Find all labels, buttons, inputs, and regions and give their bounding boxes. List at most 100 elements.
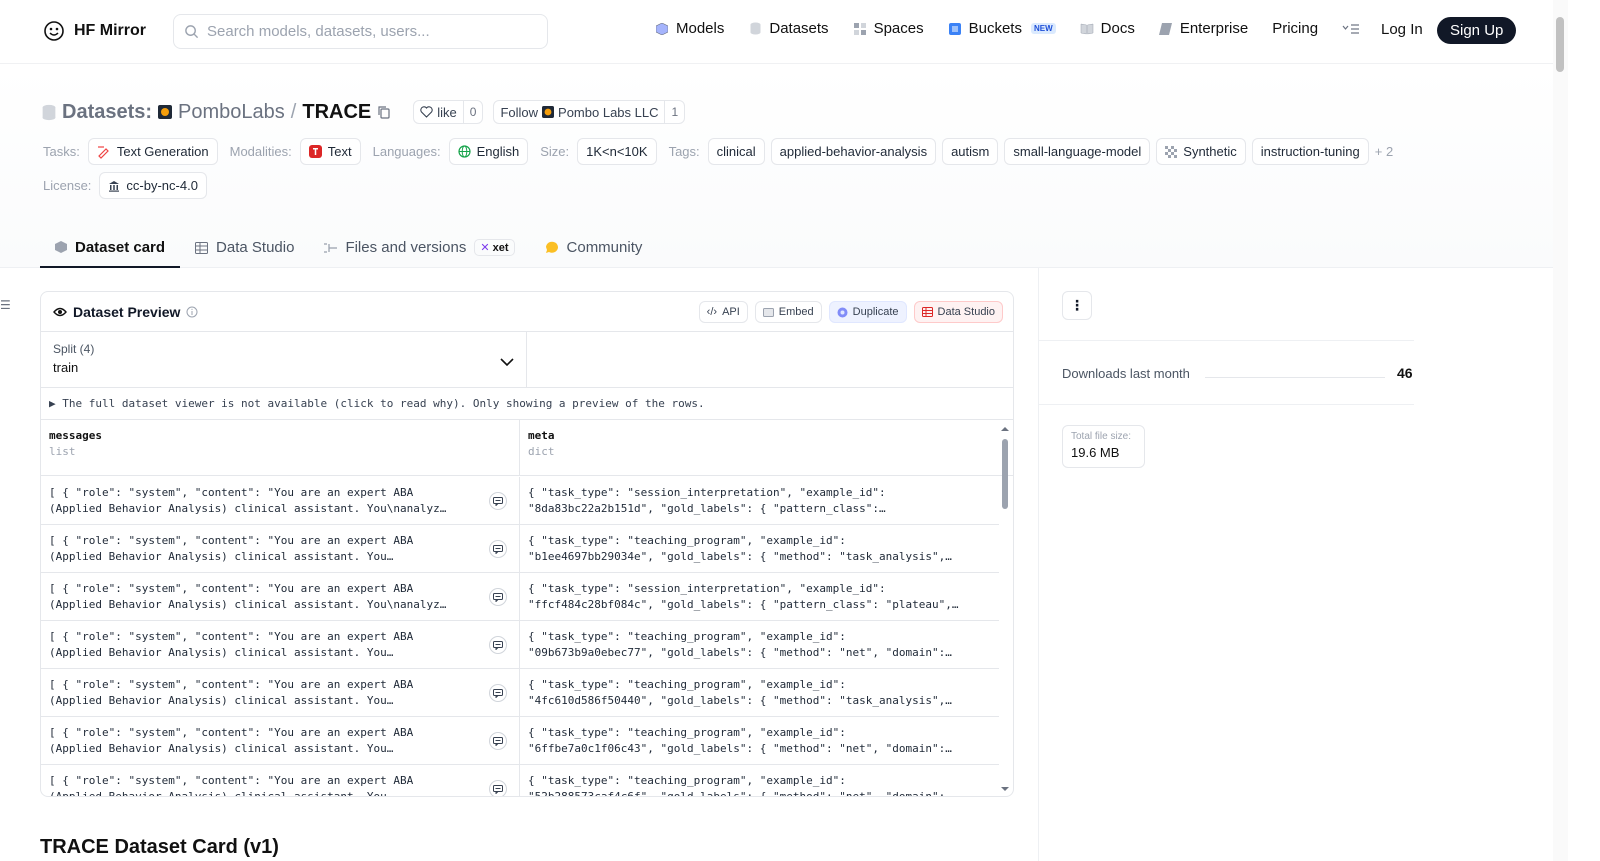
chat-icon[interactable] <box>489 732 507 750</box>
meta-cell[interactable]: { "task_type": "teaching_program", "exam… <box>520 525 998 572</box>
nav-buckets[interactable]: Buckets NEW <box>948 20 1056 37</box>
messages-cell[interactable]: [ { "role": "system", "content": "You ar… <box>41 765 520 796</box>
split-value: train <box>53 360 79 375</box>
chat-icon[interactable] <box>489 636 507 654</box>
follow-button[interactable]: Follow Pombo Labs LLC 1 <box>493 100 686 124</box>
split-select[interactable]: Split (4) train <box>41 332 527 387</box>
license-tag[interactable]: cc-by-nc-4.0 <box>99 172 207 199</box>
tab-data-studio[interactable]: Data Studio <box>180 228 309 267</box>
tab-files[interactable]: Files and versions ✕ xet <box>309 228 529 267</box>
tab-community[interactable]: Community <box>530 228 658 267</box>
tag-slm[interactable]: small-language-model <box>1004 138 1151 165</box>
more-tags[interactable]: + 2 <box>1375 144 1393 159</box>
login-link[interactable]: Log In <box>1381 21 1423 38</box>
column-header-meta[interactable]: meta dict <box>520 420 998 475</box>
meta-cell[interactable]: { "task_type": "teaching_program", "exam… <box>520 621 998 668</box>
repo-owner[interactable]: PomboLabs <box>178 101 285 124</box>
copy-icon[interactable] <box>377 105 391 119</box>
scroll-up-icon[interactable] <box>999 425 1011 433</box>
embed-button[interactable]: Embed <box>754 301 822 323</box>
page-scrollbar[interactable] <box>1553 0 1568 861</box>
scroll-down-icon[interactable] <box>999 785 1011 793</box>
column-name: meta <box>528 429 555 442</box>
embed-icon <box>762 307 774 317</box>
table-row[interactable]: [ { "role": "system", "content": "You ar… <box>41 765 999 796</box>
api-button[interactable]: ‹/› API <box>698 301 748 323</box>
cell-line: (Applied Behavior Analysis) clinical ass… <box>49 646 394 659</box>
tag-clinical[interactable]: clinical <box>707 138 765 165</box>
messages-cell[interactable]: [ { "role": "system", "content": "You ar… <box>41 525 520 572</box>
repo-name[interactable]: TRACE <box>302 101 371 124</box>
nav-docs[interactable]: Docs <box>1080 20 1135 37</box>
meta-cell[interactable]: { "task_type": "session_interpretation",… <box>520 573 998 620</box>
nav-enterprise[interactable]: Enterprise <box>1159 20 1248 37</box>
language-tag[interactable]: English <box>448 138 529 165</box>
nav-datasets[interactable]: Datasets <box>748 20 829 37</box>
table-row[interactable]: [ { "role": "system", "content": "You ar… <box>41 525 999 573</box>
xet-label: xet <box>492 242 509 254</box>
table-scrollbar[interactable] <box>999 423 1011 795</box>
spaces-icon <box>853 22 867 36</box>
toc-icon[interactable]: ☰ <box>0 298 11 312</box>
chat-icon[interactable] <box>489 684 507 702</box>
tag-label: applied-behavior-analysis <box>779 144 928 159</box>
messages-cell[interactable]: [ { "role": "system", "content": "You ar… <box>41 717 520 764</box>
messages-cell[interactable]: [ { "role": "system", "content": "You ar… <box>41 669 520 716</box>
task-tag[interactable]: Text Generation <box>87 138 218 165</box>
like-button[interactable]: like 0 <box>413 100 484 124</box>
table-row[interactable]: [ { "role": "system", "content": "You ar… <box>41 573 999 621</box>
table-row[interactable]: [ { "role": "system", "content": "You ar… <box>41 669 999 717</box>
meta-cell[interactable]: { "task_type": "teaching_program", "exam… <box>520 717 998 764</box>
tab-dataset-card[interactable]: Dataset card <box>40 228 181 268</box>
cell-line: { "task_type": "teaching_program", "exam… <box>528 678 846 691</box>
tasks-label: Tasks: <box>43 144 80 159</box>
duplicate-button[interactable]: Duplicate <box>828 301 907 323</box>
table-row[interactable]: [ { "role": "system", "content": "You ar… <box>41 477 999 525</box>
table-scroll-thumb[interactable] <box>1002 439 1008 509</box>
viewer-notice[interactable]: ▶ The full dataset viewer is not availab… <box>41 388 1013 420</box>
language-tag-label: English <box>476 144 520 159</box>
info-icon[interactable] <box>186 306 198 318</box>
table-row[interactable]: [ { "role": "system", "content": "You ar… <box>41 621 999 669</box>
nav-pricing[interactable]: Pricing <box>1272 20 1318 37</box>
modality-tag[interactable]: Text <box>299 138 361 165</box>
table-icon <box>195 241 209 254</box>
duplicate-label: Duplicate <box>852 306 899 318</box>
files-icon <box>324 242 338 253</box>
table-row[interactable]: [ { "role": "system", "content": "You ar… <box>41 717 999 765</box>
cell-line: { "task_type": "teaching_program", "exam… <box>528 774 846 787</box>
meta-cell[interactable]: { "task_type": "session_interpretation",… <box>520 477 998 524</box>
nav-more-menu[interactable] <box>1342 23 1360 35</box>
chat-icon[interactable] <box>489 588 507 606</box>
tag-instruction-tuning[interactable]: instruction-tuning <box>1251 138 1369 165</box>
tag-autism[interactable]: autism <box>942 138 999 165</box>
data-studio-button[interactable]: Data Studio <box>913 301 1003 323</box>
messages-cell[interactable]: [ { "role": "system", "content": "You ar… <box>41 573 520 620</box>
tag-row-1: Tasks: Text Generation Modalities: Text … <box>43 138 1393 165</box>
nav-spaces[interactable]: Spaces <box>853 20 924 37</box>
xet-badge: ✕ xet <box>474 239 515 256</box>
cell-line: "09b673b9a0ebec77", "gold_labels": { "me… <box>528 646 952 659</box>
search-box[interactable] <box>173 14 548 49</box>
nav-models[interactable]: Models <box>655 20 724 37</box>
search-input[interactable] <box>207 23 527 40</box>
chat-icon[interactable] <box>489 492 507 510</box>
file-size-label: Total file size: <box>1071 431 1132 442</box>
meta-cell[interactable]: { "task_type": "teaching_program", "exam… <box>520 765 998 796</box>
tag-aba[interactable]: applied-behavior-analysis <box>770 138 937 165</box>
messages-cell[interactable]: [ { "role": "system", "content": "You ar… <box>41 477 520 524</box>
column-header-messages[interactable]: messages list <box>41 420 520 475</box>
signup-button[interactable]: Sign Up <box>1437 17 1517 44</box>
text-modality-icon <box>308 145 322 158</box>
more-options-button[interactable]: ⋮ <box>1062 291 1092 320</box>
downloads-sparkline <box>1205 377 1385 378</box>
messages-cell[interactable]: [ { "role": "system", "content": "You ar… <box>41 621 520 668</box>
tag-synthetic[interactable]: Synthetic <box>1156 138 1246 165</box>
brand[interactable]: HF Mirror <box>42 19 146 43</box>
size-tag[interactable]: 1K<n<10K <box>577 138 657 165</box>
chat-icon[interactable] <box>489 540 507 558</box>
page-scroll-thumb[interactable] <box>1556 17 1564 72</box>
cell-line: { "task_type": "teaching_program", "exam… <box>528 726 846 739</box>
chat-icon[interactable] <box>489 780 507 796</box>
meta-cell[interactable]: { "task_type": "teaching_program", "exam… <box>520 669 998 716</box>
